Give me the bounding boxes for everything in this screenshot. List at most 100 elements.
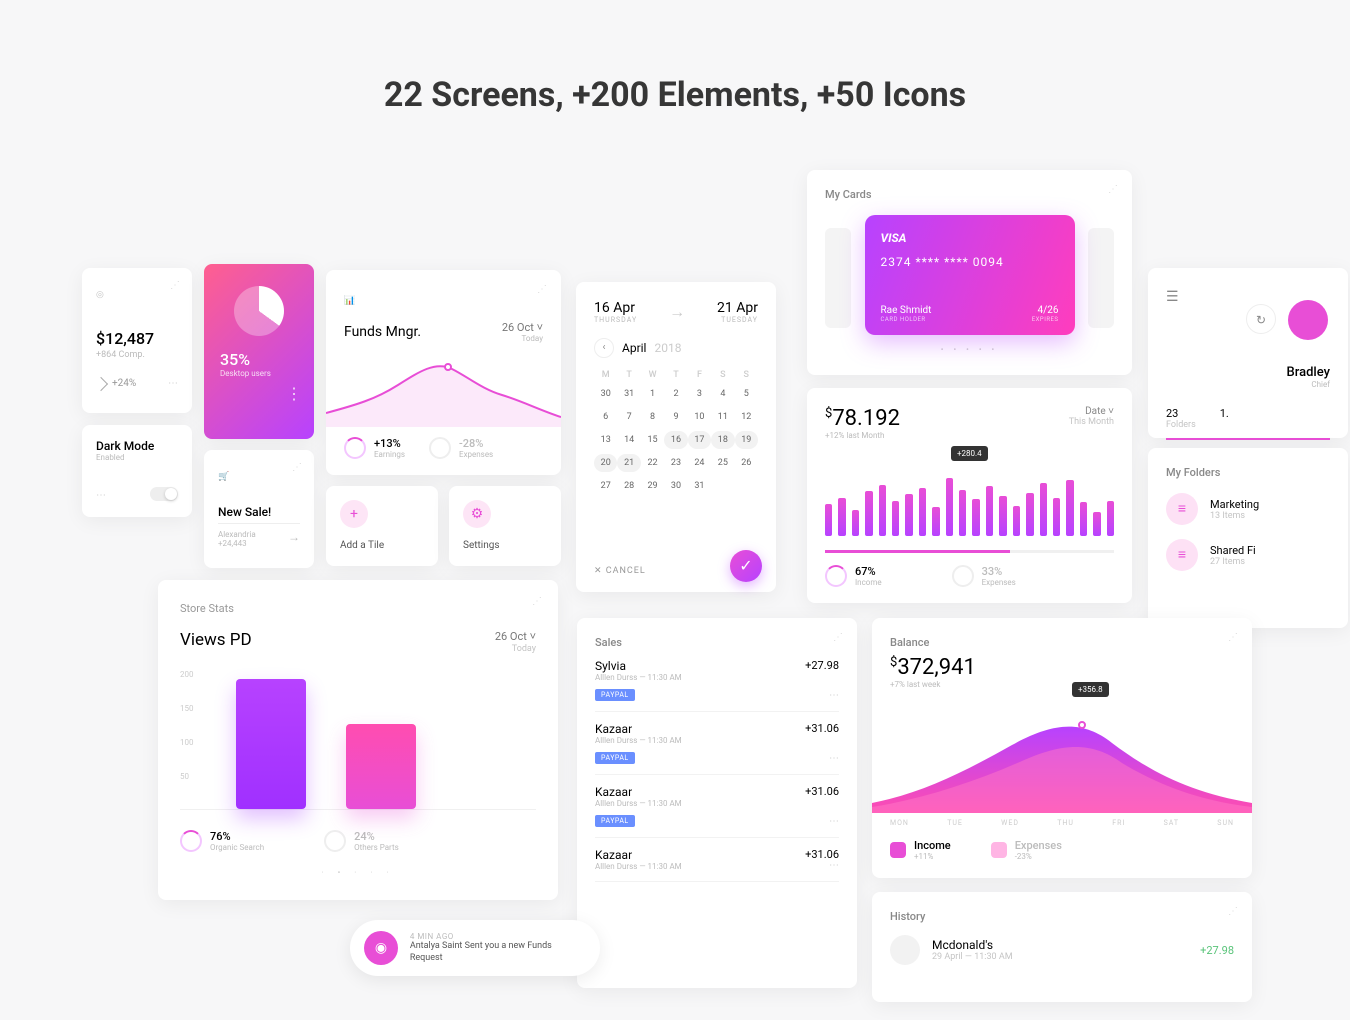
profile-stat-2[interactable]: 1. — [1220, 407, 1229, 430]
kpi-delta: +24% — [112, 378, 136, 389]
funds-date-btn[interactable]: 26 Oct ˅ — [502, 321, 543, 334]
drag-icon[interactable]: ⋰ — [833, 632, 843, 643]
more-icon[interactable]: ⋯ — [829, 816, 839, 827]
cal-day[interactable]: 31 — [688, 477, 711, 495]
card-next[interactable] — [1088, 228, 1114, 328]
balance-area-chart — [872, 703, 1252, 813]
cal-day[interactable]: 22 — [641, 454, 664, 472]
more-vert-icon[interactable]: ⋮ — [286, 384, 302, 403]
balance-title: Balance — [890, 636, 1234, 649]
cal-day[interactable]: 11 — [711, 408, 734, 426]
cal-day[interactable]: 23 — [664, 454, 687, 472]
drag-icon[interactable]: ⋰ — [1228, 906, 1238, 917]
cal-day[interactable]: 20 — [594, 454, 617, 472]
cal-day[interactable]: 10 — [688, 408, 711, 426]
pager-dots[interactable]: · • · · · — [180, 868, 536, 877]
cal-day[interactable]: 25 — [711, 454, 734, 472]
balance-sub: +7% last week — [890, 680, 1234, 689]
cal-day[interactable]: 13 — [594, 431, 617, 449]
store-stats-title: Store Stats — [180, 602, 536, 615]
cal-day[interactable]: 16 — [664, 431, 687, 449]
cal-day[interactable]: 27 — [594, 477, 617, 495]
cal-day[interactable]: 3 — [688, 385, 711, 403]
more-icon[interactable]: ⋯ — [168, 378, 178, 389]
cal-day[interactable]: 26 — [735, 454, 758, 472]
calendar-grid[interactable]: MTWTFSS303112345678910111213141516171819… — [594, 370, 758, 495]
funds-title: Funds Mngr. — [344, 324, 421, 340]
add-tile-card[interactable]: + Add a Tile — [326, 486, 438, 566]
date-filter-button[interactable]: Date ˅ — [1085, 406, 1114, 417]
more-icon[interactable]: ⋯ — [96, 490, 106, 501]
kpi-card: ◎ ⋰ 12,487 +864 Comp. +24%⋯ — [82, 268, 192, 413]
settings-card[interactable]: ⚙ Settings — [449, 486, 561, 566]
notif-text: Antalya Saint Sent you a new Funds Reque… — [410, 941, 586, 964]
history-card: History ⋰ Mcdonald's29 April — 11:30 AM … — [872, 892, 1252, 1002]
notification-pill[interactable]: ◉ 4 MIN AGO Antalya Saint Sent you a new… — [350, 920, 600, 976]
dark-mode-card: Dark Mode Enabled ⋯ — [82, 425, 192, 517]
pie-label: Desktop users — [220, 369, 298, 378]
store-date-btn[interactable]: 26 Oct ˅ — [495, 630, 536, 643]
dark-mode-toggle[interactable] — [150, 487, 178, 501]
sale-row[interactable]: KazaarAlllen Durss — 11:30 AM+31.06PAYPA… — [595, 712, 839, 775]
cal-day[interactable]: 30 — [664, 477, 687, 495]
drag-icon[interactable]: ⋰ — [170, 280, 180, 291]
refresh-icon[interactable]: ↻ — [1246, 304, 1276, 334]
carousel-dots[interactable]: • • • • • — [825, 345, 1114, 354]
folder-item[interactable]: ≡Marketing13 Items — [1166, 493, 1330, 525]
sale-row[interactable]: KazaarAlllen Durss — 11:30 AM+31.06⋯ — [595, 838, 839, 882]
currency-icon: ◎ — [96, 290, 104, 300]
drag-icon[interactable]: ⋰ — [537, 284, 547, 295]
kpi-sub: +864 Comp. — [96, 350, 178, 360]
menu-icon[interactable]: ☰ — [1166, 289, 1179, 305]
history-row[interactable]: Mcdonald's29 April — 11:30 AM +27.98 — [890, 935, 1234, 965]
cal-day[interactable]: 6 — [594, 408, 617, 426]
cal-day[interactable]: 2 — [664, 385, 687, 403]
folder-item[interactable]: ≡Shared Fi27 Items — [1166, 539, 1330, 571]
card-prev[interactable] — [825, 228, 851, 328]
credit-card[interactable]: VISA 2374 **** **** 0094 Rae ShmidtCARD … — [865, 215, 1075, 335]
cal-day[interactable]: 15 — [641, 431, 664, 449]
month-bars — [825, 456, 1114, 536]
more-icon[interactable]: ⋯ — [829, 690, 839, 701]
funds-sparkline — [326, 355, 561, 427]
chart-tooltip: +280.4 — [951, 446, 988, 461]
cal-day[interactable]: 5 — [735, 385, 758, 403]
cal-day[interactable]: 21 — [617, 454, 640, 472]
sale-row[interactable]: KazaarAlllen Durss — 11:30 AM+31.06PAYPA… — [595, 775, 839, 838]
basket-icon: 🛒 — [218, 472, 229, 482]
cal-day[interactable]: 8 — [641, 408, 664, 426]
profile-stat-folders[interactable]: 23Folders — [1166, 407, 1196, 430]
drag-icon[interactable]: ⋰ — [1108, 184, 1118, 195]
card-holder-label: CARD HOLDER — [881, 316, 932, 323]
cancel-button[interactable]: ✕ CANCEL — [594, 566, 646, 576]
profile-role: Chief — [1166, 380, 1330, 389]
prev-month-button[interactable]: ‹ — [594, 338, 614, 358]
cal-day[interactable]: 18 — [711, 431, 734, 449]
cal-day[interactable]: 24 — [688, 454, 711, 472]
avatar[interactable] — [1288, 300, 1328, 340]
arrow-right-icon: → — [669, 302, 685, 322]
cal-day[interactable]: 17 — [688, 431, 711, 449]
new-sale-card[interactable]: 🛒 ⋰ New Sale! Alexandria+24,443 → — [204, 450, 314, 568]
confirm-button[interactable]: ✓ — [730, 550, 762, 582]
cal-day[interactable]: 19 — [735, 431, 758, 449]
cal-day[interactable]: 7 — [617, 408, 640, 426]
cal-day[interactable]: 4 — [711, 385, 734, 403]
cal-day[interactable]: 1 — [641, 385, 664, 403]
cal-day[interactable]: 9 — [664, 408, 687, 426]
cal-day[interactable]: 28 — [617, 477, 640, 495]
my-cards-panel: My Cards ⋰ VISA 2374 **** **** 0094 Rae … — [807, 170, 1132, 375]
drag-icon[interactable]: ⋰ — [1228, 632, 1238, 643]
cal-day[interactable]: 14 — [617, 431, 640, 449]
drag-icon[interactable]: ⋰ — [532, 596, 542, 607]
history-title: History — [890, 910, 1234, 923]
more-icon[interactable]: ⋯ — [829, 860, 839, 871]
cal-day[interactable]: 12 — [735, 408, 758, 426]
cal-day[interactable]: 29 — [641, 477, 664, 495]
progress-bar — [825, 550, 1114, 553]
alert-icon: ◉ — [364, 931, 398, 965]
more-icon[interactable]: ⋯ — [829, 753, 839, 764]
grid-tick: 200 — [180, 670, 194, 679]
sales-title: Sales — [595, 636, 839, 649]
sale-row[interactable]: SylviaAlllen Durss — 11:30 AM+27.98PAYPA… — [595, 649, 839, 712]
